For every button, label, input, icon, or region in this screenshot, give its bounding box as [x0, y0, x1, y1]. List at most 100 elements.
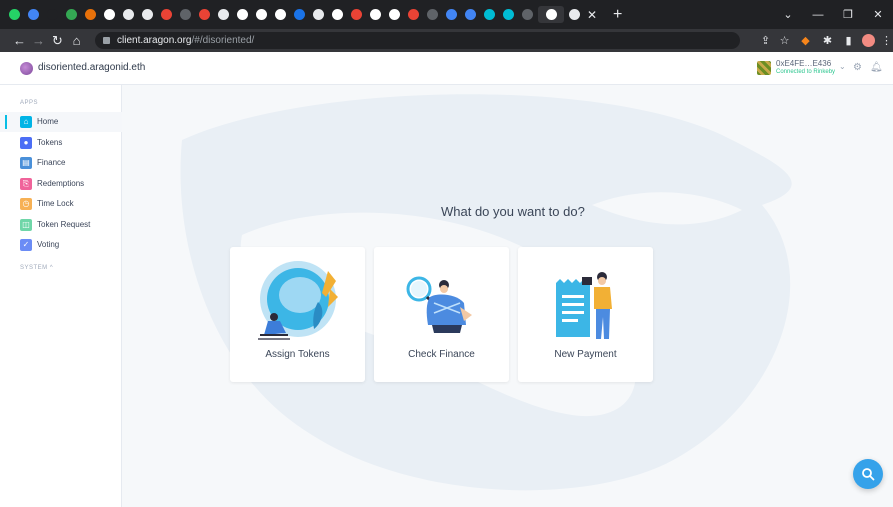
new-tab-icon[interactable]: +: [613, 6, 629, 24]
close-window-icon[interactable]: ✕: [863, 8, 893, 21]
reload-icon[interactable]: ↻: [48, 33, 67, 49]
browser-tab[interactable]: [82, 6, 99, 23]
tab-favicon-icon: [275, 9, 286, 20]
browser-tab-strip: ✕ + ⌄ — ❐ ✕: [0, 0, 893, 29]
browser-tab[interactable]: [329, 6, 346, 23]
tab-favicon-icon: [545, 9, 557, 20]
browser-tab[interactable]: [215, 6, 232, 23]
tab-favicon-icon: [313, 9, 324, 20]
tab-favicon-icon: [569, 9, 580, 20]
forward-icon[interactable]: →: [29, 33, 48, 48]
sidebar-item-time-lock[interactable]: ◷ Time Lock: [0, 194, 122, 214]
browser-tab[interactable]: [63, 6, 80, 23]
help-search-button[interactable]: [853, 459, 883, 489]
tab-favicon-icon: [199, 9, 210, 20]
browser-tab[interactable]: [25, 6, 42, 23]
browser-tab[interactable]: [462, 6, 479, 23]
browser-tab[interactable]: [424, 6, 441, 23]
lock-icon: [103, 37, 110, 44]
sidebar-item-label: Voting: [37, 240, 60, 249]
close-tab-icon[interactable]: ✕: [587, 8, 599, 22]
browser-tab[interactable]: [291, 6, 308, 23]
browser-tab[interactable]: [6, 6, 23, 23]
browser-tab[interactable]: [101, 6, 118, 23]
sidebar-item-label: Redemptions: [37, 178, 85, 188]
check-finance-card[interactable]: Check Finance: [374, 247, 509, 382]
back-icon[interactable]: ←: [10, 33, 29, 48]
browser-tab[interactable]: [234, 6, 251, 23]
browser-menu-icon[interactable]: ⋮: [879, 33, 893, 48]
voting-icon: ✓: [20, 239, 32, 251]
browser-tab[interactable]: [386, 6, 403, 23]
share-icon[interactable]: ⇪: [758, 33, 773, 48]
browser-tab[interactable]: [519, 6, 536, 23]
tab-favicon-icon: [370, 9, 381, 20]
browser-tab[interactable]: [310, 6, 327, 23]
sidebar-item-redemptions[interactable]: ⎘ Redemptions: [0, 174, 122, 194]
tab-search-icon[interactable]: ⌄: [773, 8, 803, 21]
browser-tab[interactable]: [44, 6, 61, 23]
new-payment-card[interactable]: New Payment: [518, 247, 653, 382]
browser-tab[interactable]: [367, 6, 384, 23]
url-path: /#/disoriented/: [191, 35, 255, 46]
browser-tab[interactable]: [196, 6, 213, 23]
account-status: Connected to Rinkeby: [776, 69, 836, 75]
tab-favicon-icon: [180, 9, 191, 20]
browser-tab[interactable]: [538, 6, 564, 23]
main-content: What do you want to do? Assign Tokens Ch…: [122, 85, 893, 507]
browser-tab[interactable]: [253, 6, 270, 23]
browser-tab[interactable]: [120, 6, 137, 23]
tab-favicon-icon: [427, 9, 438, 20]
sidebar-item-label: Finance: [37, 158, 66, 167]
sidebar-item-tokens[interactable]: ● Tokens: [0, 133, 122, 153]
bell-icon[interactable]: 🔔︎: [870, 62, 883, 73]
browser-tab[interactable]: [481, 6, 498, 23]
extensions-puzzle-icon[interactable]: ✱: [820, 33, 835, 48]
tab-favicon-icon: [256, 9, 267, 20]
home-browser-icon[interactable]: ⌂: [67, 33, 86, 48]
system-group-label[interactable]: SYSTEM ^: [20, 265, 53, 271]
address-bar[interactable]: client.aragon.org/#/disoriented/: [95, 32, 740, 49]
card-label-check-finance: Check Finance: [408, 349, 475, 360]
tab-favicon-icon: [218, 9, 229, 20]
maximize-icon[interactable]: ❐: [833, 8, 863, 21]
tab-favicon-icon: [28, 9, 39, 20]
gear-icon[interactable]: ⚙: [853, 62, 862, 73]
tab-favicon-icon: [389, 9, 400, 20]
browser-tab[interactable]: [177, 6, 194, 23]
minimize-icon[interactable]: —: [803, 9, 833, 21]
browser-tab[interactable]: [139, 6, 156, 23]
browser-tab[interactable]: [158, 6, 175, 23]
sidebar-item-token-request[interactable]: ◫ Token Request: [0, 215, 122, 235]
card-label-assign-tokens: Assign Tokens: [265, 349, 330, 360]
browser-tab[interactable]: [405, 6, 422, 23]
sidebar-item-voting[interactable]: ✓ Voting: [0, 235, 122, 255]
sidebar-item-finance[interactable]: ▤ Finance: [0, 153, 122, 173]
browser-tab[interactable]: [272, 6, 289, 23]
sidebar-item-label: Time Lock: [37, 199, 74, 208]
chevron-down-icon: ⌄: [839, 62, 846, 71]
profile-avatar-icon[interactable]: [861, 33, 876, 48]
browser-tab[interactable]: [500, 6, 517, 23]
metamask-extension-icon[interactable]: ◆: [798, 33, 813, 48]
assign-tokens-card[interactable]: Assign Tokens: [230, 247, 365, 382]
org-name[interactable]: disoriented.aragonid.eth: [38, 62, 145, 73]
tab-favicon-icon: [47, 9, 58, 20]
account-address: 0xE4FE…E436: [776, 59, 832, 68]
bookmark-star-icon[interactable]: ☆: [777, 33, 792, 48]
account-button[interactable]: 0xE4FE…E436 Connected to Rinkeby ⌄: [757, 60, 846, 76]
home-icon: ⌂: [20, 116, 32, 128]
assign-tokens-illustration-icon: [258, 261, 338, 340]
tab-favicon-icon: [85, 9, 96, 20]
tab-favicon-icon: [522, 9, 533, 20]
browser-tab[interactable]: [566, 6, 583, 23]
tab-favicon-icon: [332, 9, 343, 20]
sidebar-item-home[interactable]: ⌂ Home: [0, 112, 122, 132]
browser-tab[interactable]: [348, 6, 365, 23]
browser-tab[interactable]: [443, 6, 460, 23]
new-payment-illustration-icon: [556, 272, 612, 339]
sidepanel-icon[interactable]: ▮: [841, 33, 856, 48]
tab-favicon-icon: [123, 9, 134, 20]
org-avatar[interactable]: [20, 62, 33, 75]
apps-group-label: APPS: [20, 100, 39, 106]
